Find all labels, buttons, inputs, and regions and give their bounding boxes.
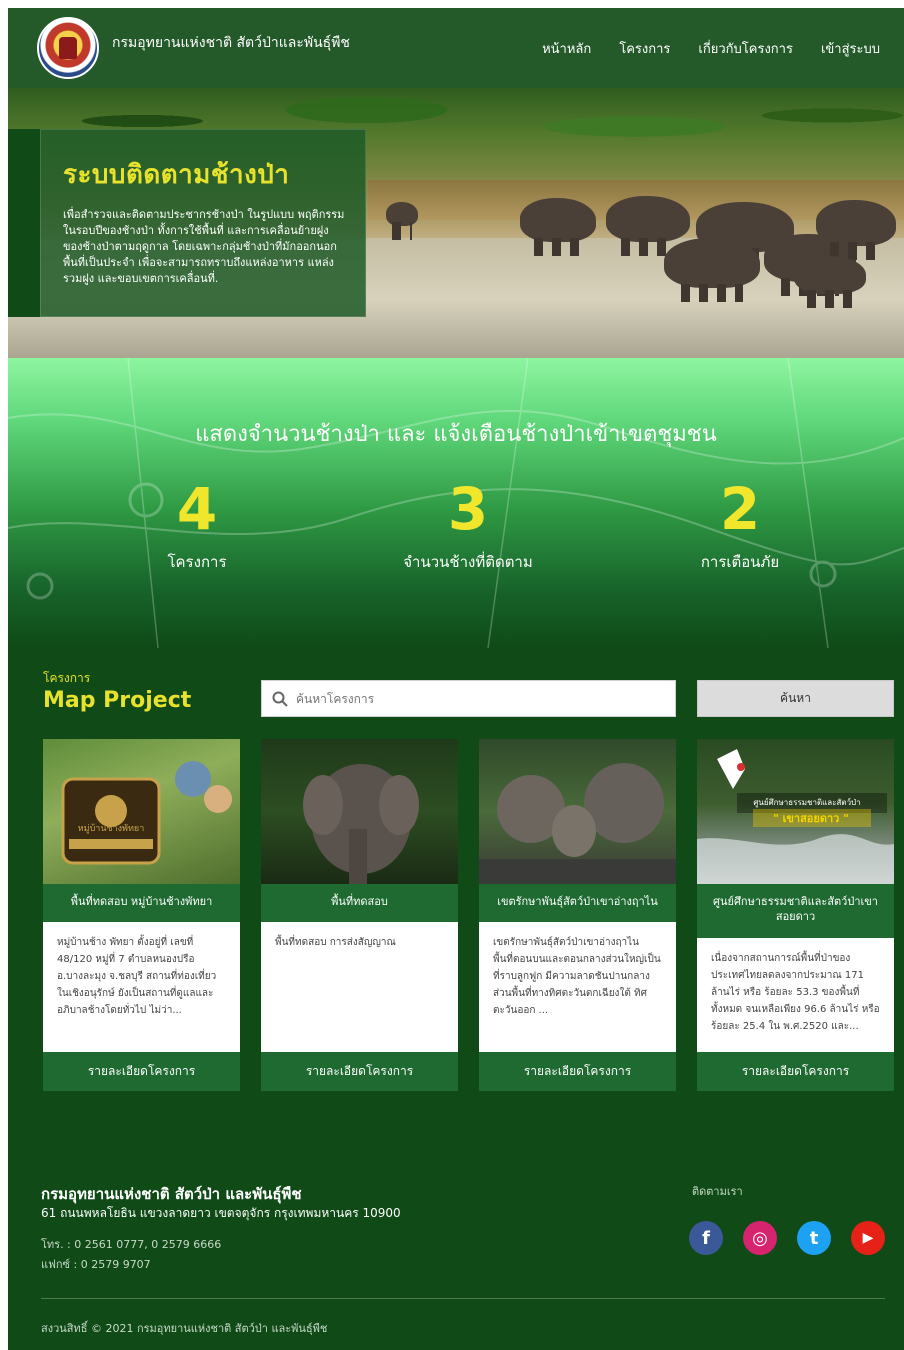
social-links: f ◎ t ▶ (689, 1221, 885, 1255)
project-details-button[interactable]: รายละเอียดโครงการ (697, 1052, 894, 1091)
stats-section: แสดงจำนวนช้างป่า และ แจ้งเตือนช้างป่าเข้… (8, 358, 904, 648)
project-card-title: พื้นที่ทดสอบ (261, 884, 458, 922)
waterfall-photo: ศูนย์ศึกษาธรรมชาติและสัตว์ป่า " เขาสอยดา… (697, 749, 894, 884)
top-header: กรมอุทยานแห่งชาติ สัตว์ป่าและพันธุ์พืช ห… (8, 8, 904, 88)
elephant-image (794, 256, 866, 308)
stat-alerts-label: การเตือนภัย (700, 553, 780, 571)
project-card-text: พื้นที่ทดสอบ การส่งสัญญาณ (261, 922, 458, 1052)
project-details-button[interactable]: รายละเอียดโครงการ (479, 1052, 676, 1091)
footer-address: 61 ถนนพหลโยธิน แขวงลาดยาว เขตจตุจักร กรุ… (41, 1206, 401, 1220)
project-details-button[interactable]: รายละเอียดโครงการ (43, 1052, 240, 1091)
youtube-icon[interactable]: ▶ (851, 1221, 885, 1255)
instagram-icon[interactable]: ◎ (743, 1221, 777, 1255)
project-title: Map Project (43, 688, 192, 713)
footer-divider (41, 1298, 885, 1299)
hero-title: ระบบติดตามช้างป่า (63, 160, 290, 190)
elephant-image (606, 196, 690, 256)
main-nav: หน้าหลัก โครงการ เกี่ยวกับโครงการ เข้าสู… (542, 38, 880, 59)
project-card-text: เนื่องจากสถานการณ์พื้นที่ป่าของประเทศไทย… (697, 938, 894, 1052)
project-card-image: ศูนย์ศึกษาธรรมชาติและสัตว์ป่า " เขาสอยดา… (697, 739, 894, 884)
elephant-image (386, 202, 418, 240)
project-card-title: เขตรักษาพันธุ์สัตว์ป่าเขาอ่างฤาไน (479, 884, 676, 922)
hero-info-box: ระบบติดตามช้างป่า เพื่อสำรวจและติดตามประ… (40, 129, 366, 317)
search-icon (272, 691, 288, 707)
stat-tracked-label: จำนวนช้างที่ติดตาม (403, 553, 533, 571)
logo-emblem-icon (59, 37, 77, 59)
stat-tracked-value: 3 (447, 475, 489, 543)
nav-projects[interactable]: โครงการ (619, 38, 670, 59)
stat-projects-label: โครงการ (167, 553, 227, 571)
project-details-button[interactable]: รายละเอียดโครงการ (261, 1052, 458, 1091)
footer-phone: โทร. : 0 2561 0777, 0 2579 6666 (41, 1238, 222, 1251)
twitter-icon[interactable]: t (797, 1221, 831, 1255)
image-caption: ศูนย์ศึกษาธรรมชาติและสัตว์ป่า (753, 797, 860, 808)
search-button[interactable]: ค้นหา (697, 680, 894, 717)
stat-alerts-value: 2 (719, 475, 761, 543)
stat-alerts: 2 การเตือนภัย (590, 474, 890, 574)
elephant-village-logo: หมู่บ้านช้างพัทยา (61, 761, 232, 865)
follow-us-label: ติดตามเรา (692, 1185, 743, 1198)
hero-description: เพื่อสำรวจและติดตามประชากรช้างป่า ในรูปแ… (63, 208, 345, 285)
page-frame: กรมอุทยานแห่งชาติ สัตว์ป่าและพันธุ์พืช ห… (8, 8, 904, 1350)
project-search-box[interactable] (261, 680, 676, 717)
project-card[interactable]: ศูนย์ศึกษาธรรมชาติและสัตว์ป่า " เขาสอยดา… (697, 739, 894, 1091)
image-caption-2: " เขาสอยดาว " (773, 812, 849, 825)
project-card[interactable]: หมู่บ้านช้างพัทยา พื้นที่ทดสอบ หมู่บ้านช… (43, 739, 240, 1091)
elephant-image (816, 200, 896, 260)
project-cards: หมู่บ้านช้างพัทยา พื้นที่ทดสอบ หมู่บ้านช… (43, 739, 894, 1091)
image-caption: หมู่บ้านช้างพัทยา (78, 823, 145, 834)
copyright-text: สงวนสิทธิ์ © 2021 กรมอุทยานแห่งชาติ สัตว… (41, 1322, 328, 1335)
project-card[interactable]: เขตรักษาพันธุ์สัตว์ป่าเขาอ่างฤาไน เขตรัก… (479, 739, 676, 1091)
search-input[interactable] (296, 691, 656, 706)
elephant-photo (303, 764, 419, 884)
hero-side-strip (8, 129, 40, 317)
footer-org-name: กรมอุทยานแห่งชาติ สัตว์ป่า และพันธุ์พืช (41, 1185, 302, 1203)
elephant-image (664, 238, 760, 302)
nav-home[interactable]: หน้าหลัก (542, 38, 591, 59)
project-card-image (261, 739, 458, 884)
stat-projects: 4 โครงการ (47, 474, 347, 574)
project-card-image: หมู่บ้านช้างพัทยา (43, 739, 240, 884)
project-kicker: โครงการ (43, 671, 91, 685)
project-card-text: เขตรักษาพันธุ์สัตว์ป่าเขาอ่างฤาไน พื้นที… (479, 922, 676, 1052)
project-card-title: ศูนย์ศึกษาธรรมชาติและสัตว์ป่าเขาสอยดาว (697, 884, 894, 938)
footer-fax: แฟกซ์ : 0 2579 9707 (41, 1258, 151, 1271)
stat-tracked-elephants: 3 จำนวนช้างที่ติดตาม (318, 474, 618, 574)
facebook-icon[interactable]: f (689, 1221, 723, 1255)
elephant-image (520, 198, 596, 256)
project-card-image (479, 739, 676, 884)
department-logo[interactable] (37, 17, 99, 79)
hero-banner: ระบบติดตามช้างป่า เพื่อสำรวจและติดตามประ… (8, 88, 904, 360)
site-title[interactable]: กรมอุทยานแห่งชาติ สัตว์ป่าและพันธุ์พืช (112, 32, 350, 54)
elephant-herd-photo (479, 763, 676, 884)
project-card-text: หมู่บ้านช้าง พัทยา ตั้งอยู่ที่ เลขที่ 48… (43, 922, 240, 1052)
nav-about[interactable]: เกี่ยวกับโครงการ (698, 38, 793, 59)
stats-title: แสดงจำนวนช้างป่า และ แจ้งเตือนช้างป่าเข้… (195, 422, 717, 447)
nav-login[interactable]: เข้าสู่ระบบ (821, 38, 880, 59)
stat-projects-value: 4 (176, 475, 218, 543)
project-card-title: พื้นที่ทดสอบ หมู่บ้านช้างพัทยา (43, 884, 240, 922)
project-card[interactable]: พื้นที่ทดสอบ พื้นที่ทดสอบ การส่งสัญญาณ ร… (261, 739, 458, 1091)
